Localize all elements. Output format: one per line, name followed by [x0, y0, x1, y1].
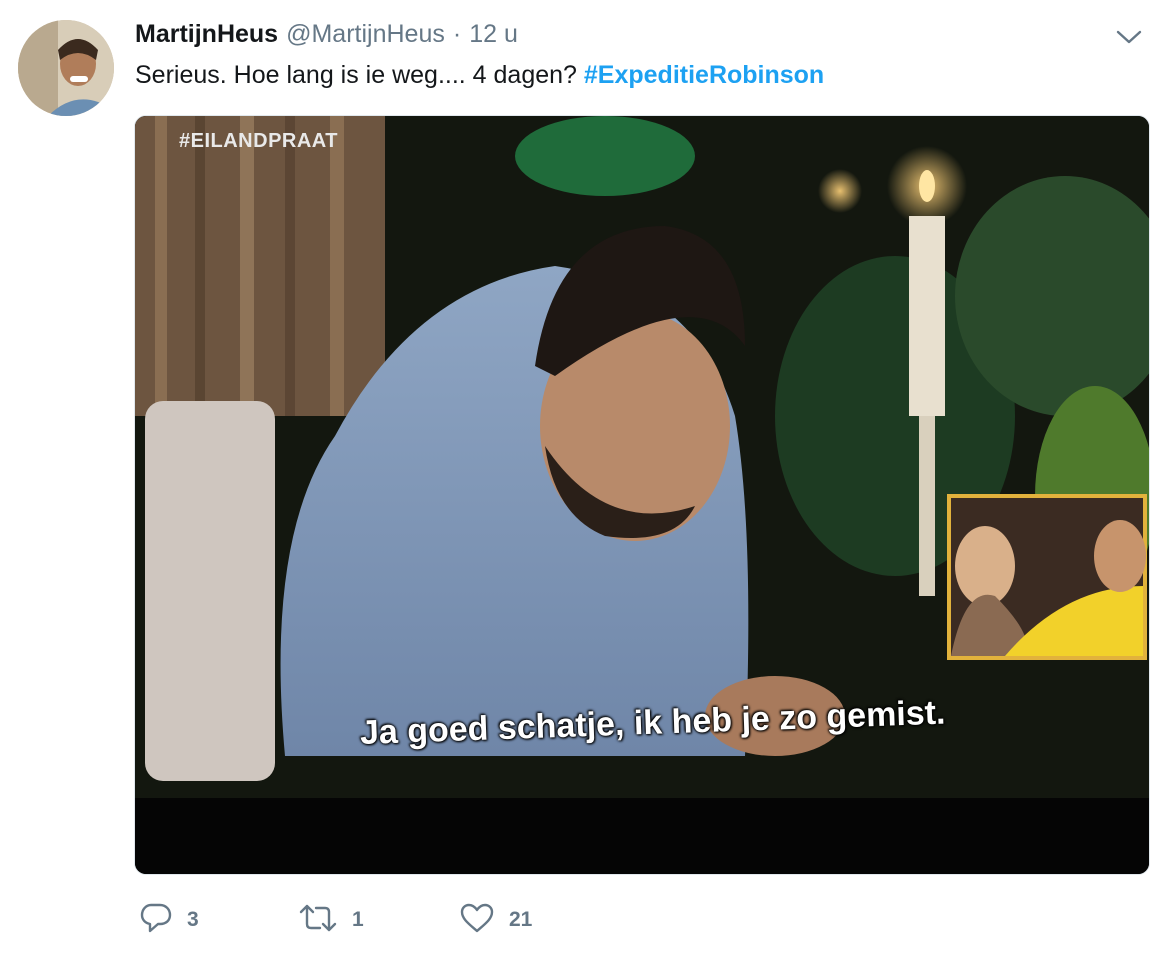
retweet-icon: [298, 902, 338, 939]
display-name[interactable]: MartijnHeus: [135, 20, 278, 49]
separator-dot: ·: [452, 20, 462, 48]
avatar[interactable]: [18, 20, 114, 116]
show-hashtag-overlay: #EILANDPRAAT: [179, 130, 338, 152]
like-button[interactable]: 21: [459, 900, 532, 940]
tweet-header: MartijnHeus @MartijnHeus · 12 u: [135, 20, 518, 50]
like-count: 21: [509, 908, 533, 931]
hashtag-link[interactable]: #ExpeditieRobinson: [584, 61, 824, 89]
tweet-actions: 3 1 21: [135, 900, 735, 940]
tweet-photo[interactable]: #EILANDPRAAT Ja goed schatje, ik heb je …: [134, 115, 1150, 875]
user-handle[interactable]: @MartijnHeus: [286, 20, 445, 49]
retweet-button[interactable]: 1: [298, 900, 364, 940]
reply-icon: [139, 902, 173, 939]
retweet-count: 1: [352, 908, 364, 931]
tweet-body: Serieus. Hoe lang is ie weg.... 4 dagen?: [135, 61, 584, 89]
timestamp[interactable]: 12 u: [469, 20, 518, 49]
reply-button[interactable]: 3: [139, 900, 199, 940]
avatar-image: [18, 20, 114, 116]
heart-icon: [459, 902, 495, 939]
tv-screen-image: [135, 116, 1149, 874]
chevron-down-icon[interactable]: [1116, 28, 1142, 46]
tweet-text: Serieus. Hoe lang is ie weg.... 4 dagen?…: [135, 60, 824, 90]
reply-count: 3: [187, 908, 199, 931]
